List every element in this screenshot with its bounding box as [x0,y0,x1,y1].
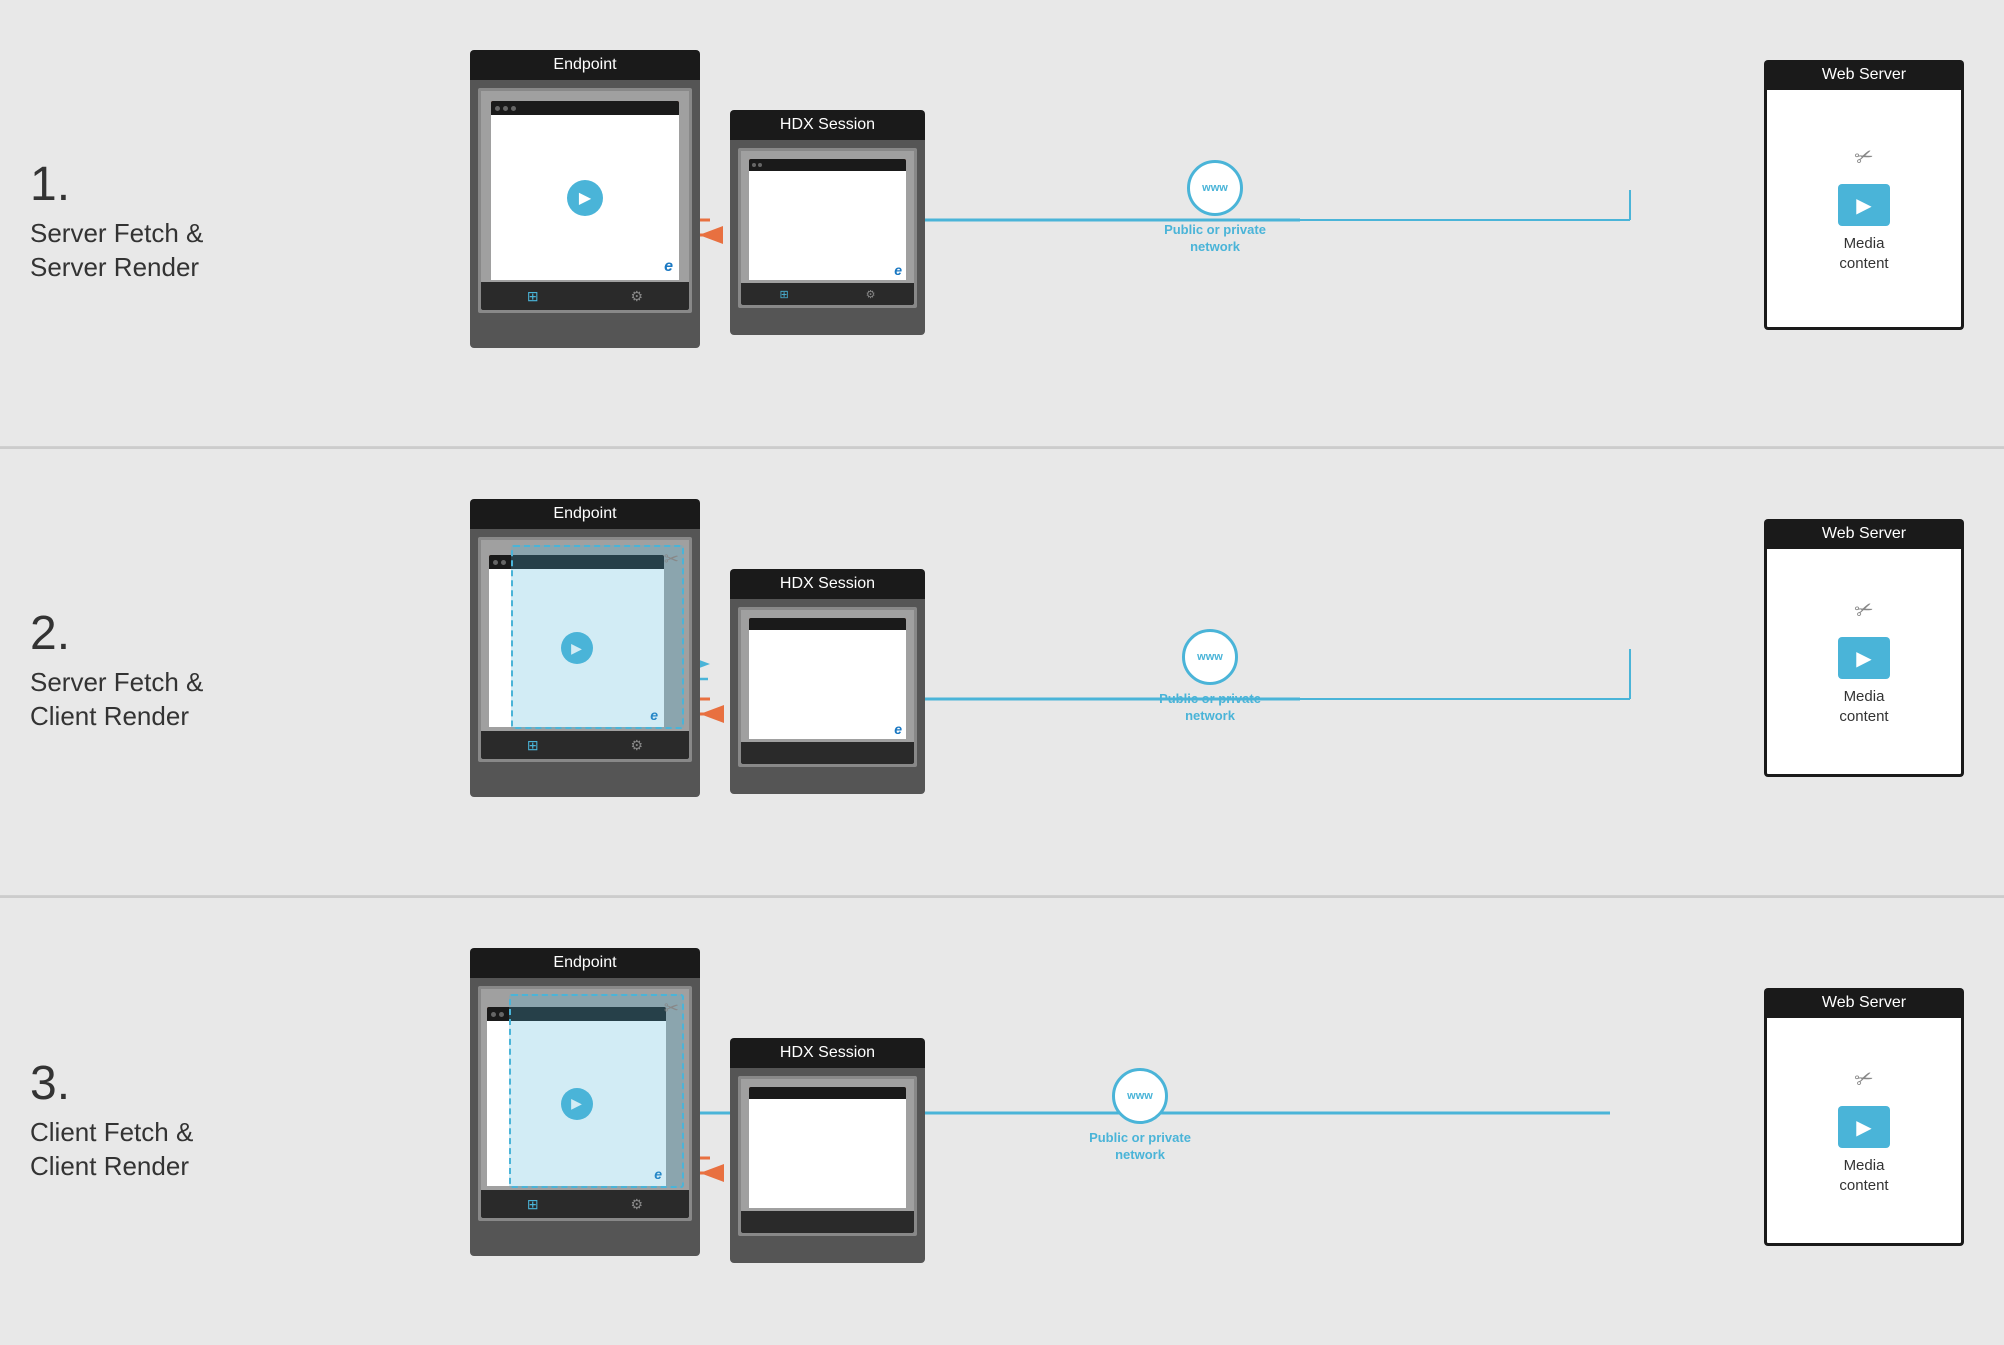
section-1-label: 1. Server Fetch &Server Render [30,161,250,285]
network-globe-1: www Public or privatenetwork [1150,160,1280,256]
network-label-1: Public or privatenetwork [1150,222,1280,256]
webserver-label-3: Web Server [1764,988,1964,1018]
section-1-title: Server Fetch &Server Render [30,217,250,285]
section-2-title: Server Fetch &Client Render [30,666,250,734]
media-label-1: Mediacontent [1839,234,1888,273]
hdx-session-box-2: HDX Session e [730,569,925,809]
section-3-number: 3. [30,1060,250,1108]
network-globe-3: www Public or privatenetwork [1060,1068,1220,1164]
section-2-diagram: HDX Endpoint ✂ [250,469,1974,875]
section-3: 3. Client Fetch &Client Render HDX [0,898,2004,1345]
section-1: 1. Server Fetch &Server Render [0,0,2004,447]
endpoint-box-1: Endpoint ▶ e [470,50,700,360]
endpoint-box-3: Endpoint ✂ ▶ e [470,948,700,1268]
hdx-session-label-3: HDX Session [730,1038,925,1068]
webserver-box-2: Web Server ✂ ▶ Mediacontent [1764,519,1964,789]
webserver-box-3: Web Server ✂ ▶ Mediacontent [1764,988,1964,1258]
section-3-label: 3. Client Fetch &Client Render [30,1060,250,1184]
media-label-2: Mediacontent [1839,687,1888,726]
endpoint-box-2: Endpoint ✂ ▶ e [470,499,700,809]
network-label-3: Public or privatenetwork [1060,1130,1220,1164]
network-label-2: Public or privatenetwork [1140,691,1280,725]
hdx-session-label-1: HDX Session [730,110,925,140]
section-1-number: 1. [30,161,250,209]
section-3-title: Client Fetch &Client Render [30,1116,250,1184]
section-3-diagram: HDX Endpoint ✂ [250,918,1974,1325]
hdx-session-box-1: HDX Session e ⊞ ⚙ [730,110,925,350]
webserver-box-1: Web Server ✂ ▶ Mediacontent [1764,60,1964,340]
hdx-session-box-3: HDX Session [730,1038,925,1278]
network-globe-2: www Public or privatenetwork [1140,629,1280,725]
endpoint-label-3: Endpoint [470,948,700,978]
media-label-3: Mediacontent [1839,1156,1888,1195]
hdx-session-label-2: HDX Session [730,569,925,599]
section-2-label: 2. Server Fetch &Client Render [30,610,250,734]
endpoint-label-1: Endpoint [470,50,700,80]
endpoint-label-2: Endpoint [470,499,700,529]
section-2: 2. Server Fetch &Client Render [0,449,2004,896]
webserver-label-1: Web Server [1764,60,1964,90]
webserver-label-2: Web Server [1764,519,1964,549]
section-1-diagram: HDX Endpoint [250,20,1974,426]
section-2-number: 2. [30,610,250,658]
